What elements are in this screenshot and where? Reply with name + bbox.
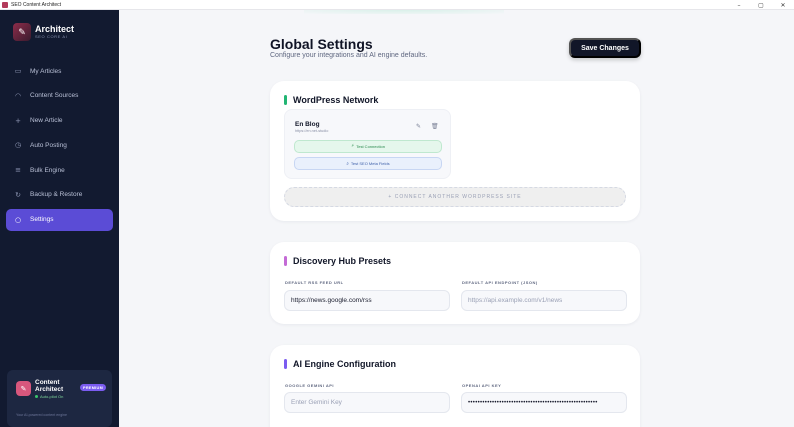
rss-feed-input[interactable]: https://news.google.com/rss — [284, 290, 450, 311]
promo-title: Content Architect — [35, 379, 64, 393]
openai-key-label: OPENAI API KEY — [462, 383, 502, 388]
sidebar-item-label: New Article — [30, 117, 63, 125]
autopilot-status: Auto-pilot On — [35, 394, 63, 399]
minimize-icon[interactable]: – — [728, 0, 750, 10]
rss-feed-label: DEFAULT RSS FEED URL — [285, 280, 344, 285]
ai-engine-card: AI Engine Configuration GOOGLE GEMINI AP… — [270, 345, 640, 427]
clock-icon: ◷ — [14, 141, 22, 150]
bolt-icon: ⚡ — [351, 144, 355, 149]
discovery-title: Discovery Hub Presets — [293, 256, 392, 266]
app-icon — [2, 1, 8, 8]
brand-name: Architect — [35, 24, 75, 34]
site-url: https://en.net-studio — [295, 129, 329, 133]
sidebar-item-label: Content Sources — [30, 92, 79, 100]
gemini-key-input[interactable]: Enter Gemini Key — [284, 392, 450, 413]
settings-icon: ○ — [14, 215, 22, 224]
wordpress-title: WordPress Network — [293, 95, 379, 105]
sidebar-item-backup-restore[interactable]: ↻ Backup & Restore — [6, 184, 113, 206]
feather-icon: ✎ — [13, 23, 31, 41]
close-icon[interactable]: ✕ — [772, 0, 794, 10]
rss-icon: ◠ — [14, 91, 22, 100]
sidebar-item-label: My Articles — [30, 67, 62, 75]
edit-icon: ✎ — [16, 381, 31, 396]
folder-icon: ▭ — [14, 67, 22, 75]
status-dot-icon — [35, 395, 38, 398]
sidebar-item-my-articles[interactable]: ▭ My Articles — [6, 60, 113, 82]
sidebar-item-label: Settings — [30, 216, 54, 224]
sidebar-item-label: Bulk Engine — [30, 166, 65, 174]
sidebar-item-bulk-engine[interactable]: ≡ Bulk Engine — [6, 159, 113, 181]
refresh-icon: ↻ — [15, 190, 21, 199]
wordpress-accent-bar — [284, 95, 287, 105]
openai-key-input[interactable]: ••••••••••••••••••••••••••••••••••••••••… — [461, 392, 627, 413]
ai-engine-accent-bar — [284, 359, 287, 369]
save-changes-button[interactable]: Save Changes — [569, 38, 641, 58]
window-controls: – ▢ ✕ — [728, 0, 794, 10]
gemini-api-label: GOOGLE GEMINI API — [285, 383, 335, 388]
sidebar-item-auto-posting[interactable]: ◷ Auto Posting — [6, 134, 113, 156]
autopilot-status-text: Auto-pilot On — [40, 394, 64, 399]
api-endpoint-input[interactable]: https://api.example.com/v1/news — [461, 290, 627, 311]
page-subtitle: Configure your integrations and AI engin… — [270, 52, 428, 59]
discovery-hub-card: Discovery Hub Presets DEFAULT RSS FEED U… — [270, 242, 640, 324]
edit-icon[interactable]: ✎ — [416, 123, 421, 130]
premium-badge: PREMIUM — [80, 384, 107, 391]
main-content: Global Settings Configure your integrati… — [119, 10, 794, 427]
plus-icon: + — [15, 116, 21, 125]
ai-engine-title: AI Engine Configuration — [293, 359, 396, 369]
maximize-icon[interactable]: ▢ — [750, 0, 772, 10]
sidebar-item-new-article[interactable]: + New Article — [6, 110, 113, 132]
sidebar-item-settings[interactable]: ○ Settings — [6, 208, 113, 231]
page-title: Global Settings — [270, 36, 373, 52]
sidebar-item-content-sources[interactable]: ◠ Content Sources — [6, 85, 113, 107]
test-connection-button[interactable]: ⚡ Test Connection — [294, 140, 442, 153]
test-seo-meta-button[interactable]: ⌕ Test SEO Meta Fields — [294, 157, 442, 170]
test-connection-label: Test Connection — [356, 144, 385, 149]
promo-card: ✎ Content Architect PREMIUM Auto-pilot O… — [7, 370, 112, 427]
layers-icon: ≡ — [15, 166, 21, 175]
sidebar-item-label: Backup & Restore — [30, 191, 83, 199]
site-name: En Blog — [295, 121, 320, 128]
sidebar-item-label: Auto Posting — [30, 141, 67, 149]
wordpress-network-card: WordPress Network En Blog https://en.net… — [270, 81, 640, 221]
window-title: SEO Content Architect — [11, 1, 62, 8]
site-card: En Blog https://en.net-studio ✎ 🗑 ⚡ Test… — [284, 109, 451, 179]
sidebar-nav: ▭ My Articles ◠ Content Sources + New Article… — [6, 60, 113, 234]
promo-footer: Your AI-powered content engine — [16, 413, 68, 417]
discovery-accent-bar — [284, 256, 287, 266]
test-seo-meta-label: Test SEO Meta Fields — [350, 161, 390, 166]
connect-site-button[interactable]: + CONNECT ANOTHER WORDPRESS SITE — [284, 187, 626, 207]
sidebar: ✎ Architect SEO CORE AI ▭ My Articles ◠ Con… — [0, 10, 119, 427]
window-titlebar: SEO Content Architect – ▢ ✕ — [0, 0, 794, 10]
header-glow — [304, 10, 504, 14]
brand-subtitle: SEO CORE AI — [35, 34, 68, 39]
search-icon: ⌕ — [346, 161, 349, 167]
api-endpoint-label: DEFAULT API ENDPOINT (JSON) — [462, 280, 538, 285]
brand[interactable]: ✎ Architect SEO CORE AI — [13, 23, 74, 41]
trash-icon[interactable]: 🗑 — [431, 123, 439, 130]
